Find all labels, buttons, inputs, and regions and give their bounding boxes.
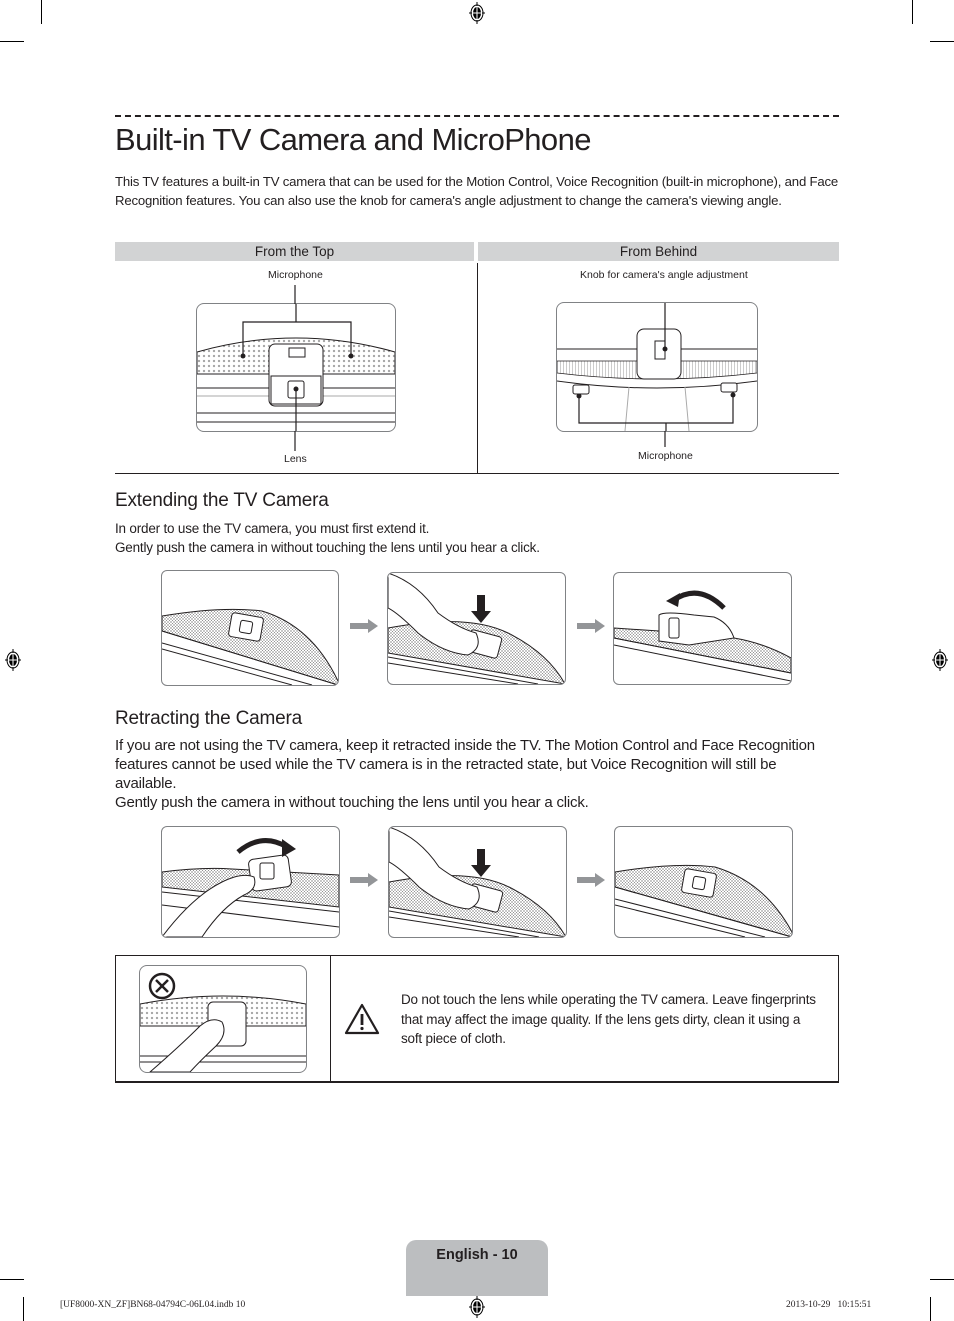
extending-line-1: In order to use the TV camera, you must … — [115, 521, 430, 536]
label-knob: Knob for camera's angle adjustment — [580, 269, 748, 281]
file-slug: [UF8000-XN_ZF]BN68-04794C-06L04.indb 10 — [60, 1300, 246, 1310]
crop-mark — [41, 0, 42, 24]
intro-paragraph: This TV features a built-in TV camera th… — [115, 174, 839, 208]
registration-mark-icon — [5, 649, 21, 671]
note-divider — [330, 956, 331, 1081]
flow-arrow-icon — [577, 873, 605, 887]
retract-step-1-illustration — [161, 826, 340, 938]
label-lens: Lens — [284, 453, 307, 465]
extend-step-3-illustration — [613, 572, 792, 685]
warning-triangle-icon — [344, 1003, 380, 1035]
page-number: English - 10 — [436, 1247, 518, 1263]
flow-arrow-icon — [350, 873, 378, 887]
column-divider — [477, 263, 478, 473]
extend-step-1-illustration — [161, 570, 339, 686]
view-header-behind: From Behind — [478, 242, 839, 261]
label-microphone-behind: Microphone — [638, 450, 693, 462]
crop-mark — [0, 41, 24, 42]
caution-text: Do not touch the lens while operating th… — [401, 992, 816, 1046]
do-not-touch-illustration — [139, 965, 307, 1073]
crop-mark — [930, 41, 954, 42]
crop-mark — [912, 0, 913, 24]
flow-arrow-icon — [577, 619, 605, 633]
retract-step-3-illustration — [614, 826, 793, 938]
camera-views-table: From the Top From Behind Microphone Lens… — [115, 242, 839, 474]
view-header-top: From the Top — [115, 242, 474, 261]
registration-mark-icon — [469, 1296, 485, 1318]
crop-mark — [930, 1279, 954, 1280]
retract-step-2-illustration — [388, 826, 567, 938]
extending-line-2: Gently push the camera in without touchi… — [115, 540, 540, 555]
page-title: Built-in TV Camera and MicroPhone — [115, 122, 591, 157]
registration-mark-icon — [932, 649, 948, 671]
retracting-paragraph-1: If you are not using the TV camera, keep… — [115, 737, 815, 792]
behind-view-illustration — [556, 302, 758, 432]
print-timestamp: 2013-10-29 10:15:51 — [786, 1300, 872, 1310]
crop-mark — [23, 1297, 24, 1321]
caution-note: Do not touch the lens while operating th… — [115, 955, 839, 1083]
page-number-tab: English - 10 — [406, 1240, 548, 1296]
retracting-paragraph-2: Gently push the camera in without touchi… — [115, 794, 589, 811]
top-view-illustration — [196, 303, 396, 432]
label-microphone-top: Microphone — [268, 269, 323, 281]
section-divider — [115, 115, 839, 117]
retracting-heading: Retracting the Camera — [115, 708, 302, 729]
registration-mark-icon — [469, 2, 485, 24]
crop-mark — [0, 1279, 24, 1280]
crop-mark — [930, 1297, 931, 1321]
extending-heading: Extending the TV Camera — [115, 490, 329, 511]
extend-step-2-illustration — [387, 572, 566, 685]
prohibited-icon — [148, 972, 176, 1000]
flow-arrow-icon — [350, 619, 378, 633]
